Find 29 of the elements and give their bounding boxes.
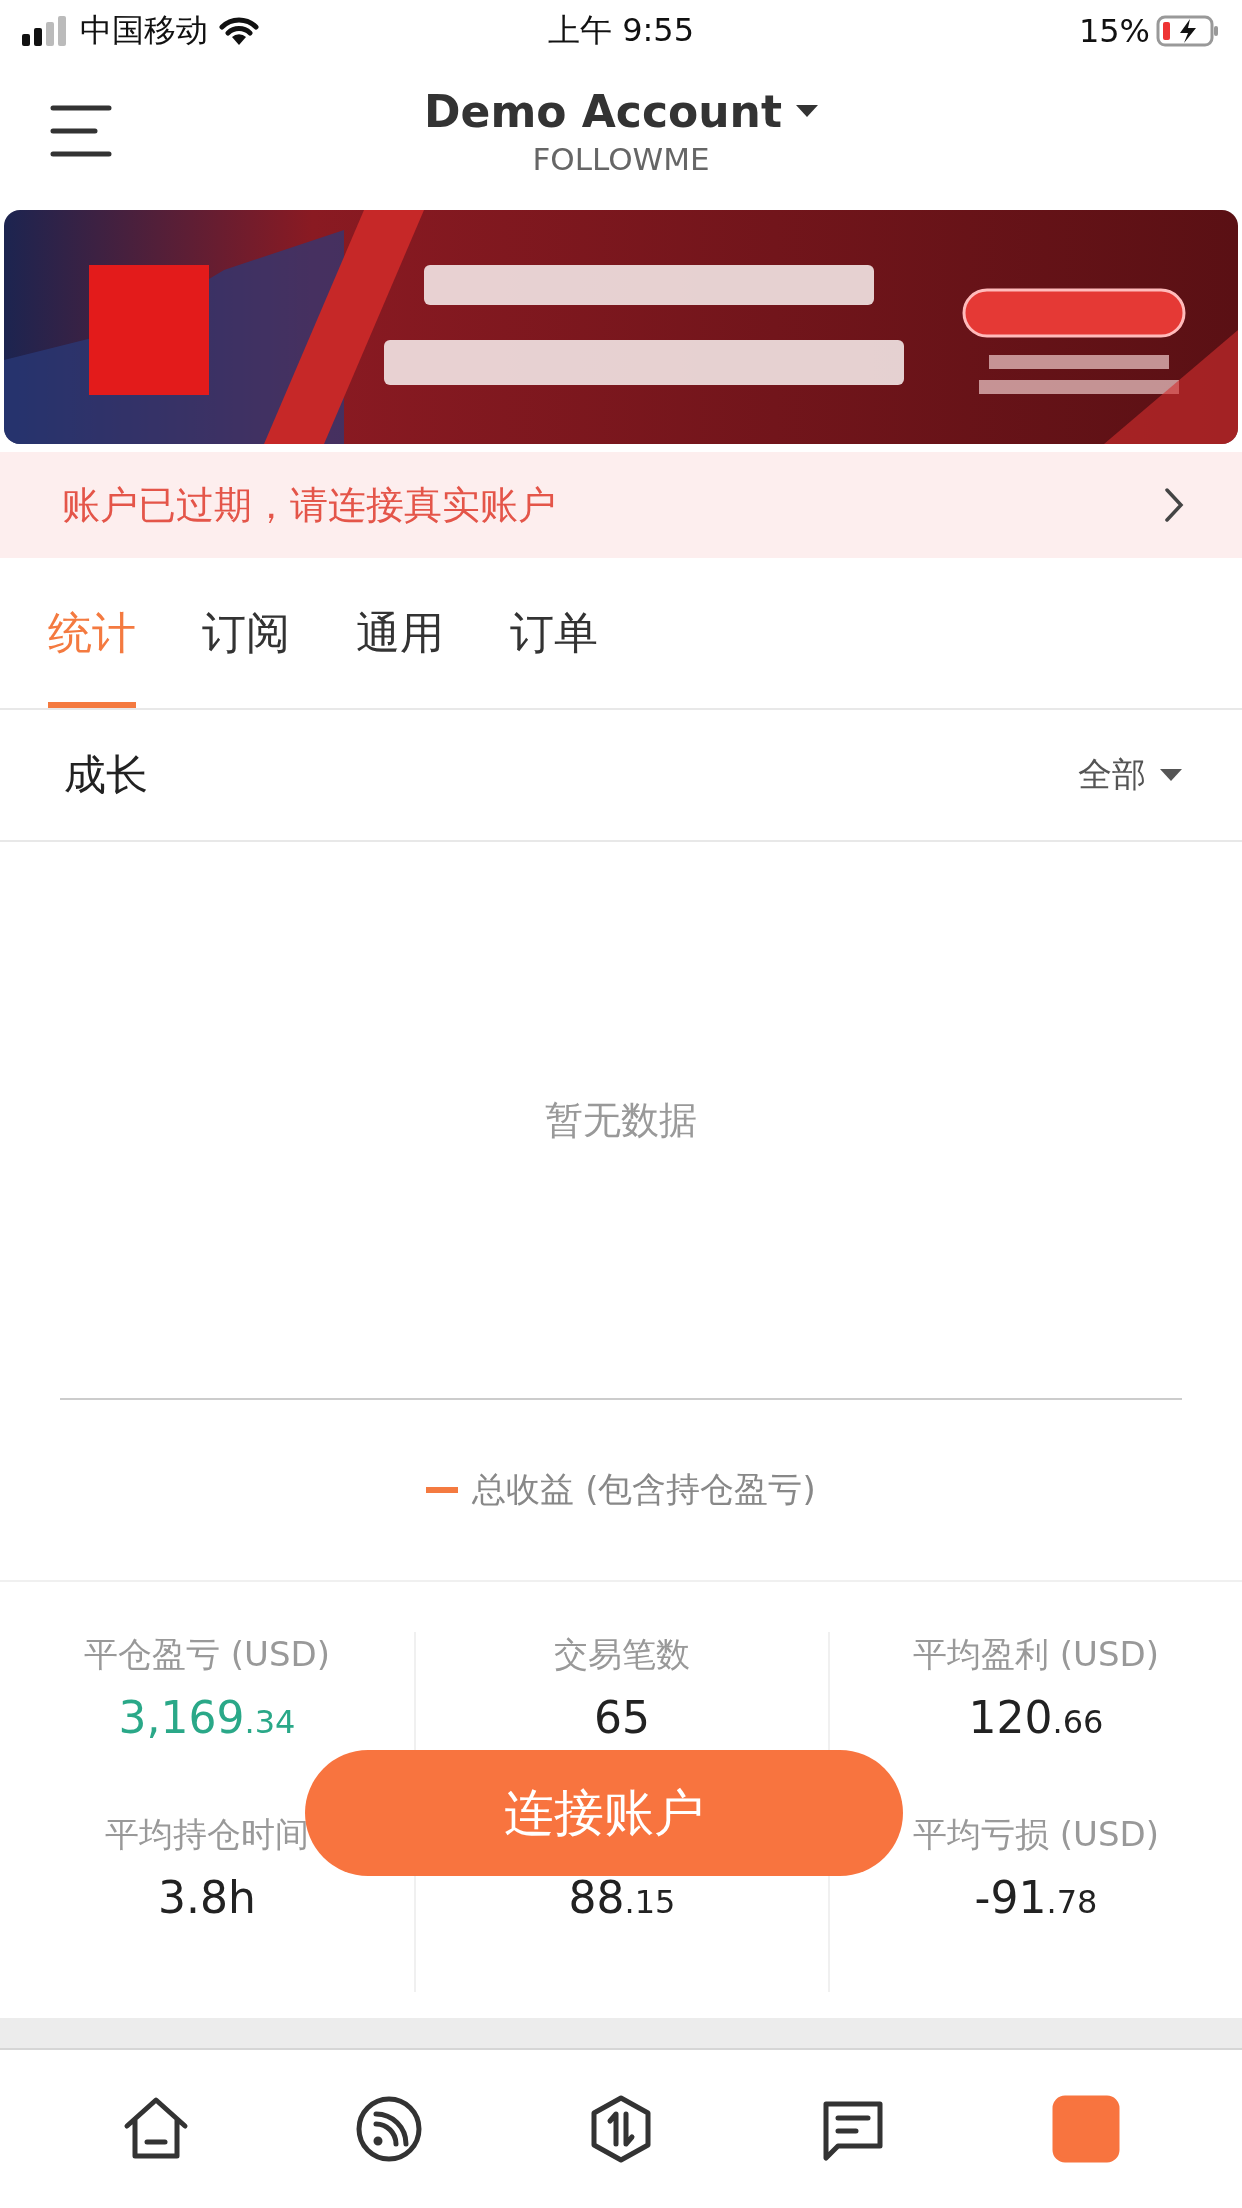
battery-icon <box>1156 15 1220 47</box>
chevron-right-icon <box>1164 487 1184 523</box>
clock-text: 上午 9:55 <box>548 10 694 51</box>
empty-chart-text: 暂无数据 <box>545 1096 697 1144</box>
period-dropdown[interactable]: 全部 <box>1078 752 1182 798</box>
wifi-icon <box>218 15 260 47</box>
legend-text: 总收益 (包含持仓盈亏) <box>472 1468 816 1511</box>
stat-value: -91.78 <box>974 1872 1098 1923</box>
legend-marker <box>426 1487 459 1493</box>
account-subtitle: FOLLOWME <box>532 140 710 177</box>
caret-icon <box>1160 769 1182 781</box>
stat-label: 平均盈利 (USD) <box>913 1633 1159 1676</box>
stat-label: 交易笔数 <box>554 1633 690 1676</box>
section-title: 成长 <box>64 749 149 801</box>
caret-icon <box>795 105 818 117</box>
stat-value: 65 <box>594 1692 650 1743</box>
profile-icon <box>1050 2094 1121 2164</box>
tab[interactable]: 订阅 <box>202 558 290 708</box>
account-selector[interactable]: Demo Account <box>424 85 818 137</box>
tab[interactable]: 订单 <box>510 558 598 708</box>
stat-value: 3.8h <box>158 1872 256 1923</box>
menu-button[interactable] <box>50 104 112 158</box>
tab[interactable]: 通用 <box>356 558 444 708</box>
battery-text: 15% <box>1078 12 1150 50</box>
stat-value: 120.66 <box>968 1692 1104 1743</box>
carrier-text: 中国移动 <box>80 10 208 51</box>
stat-label: 平均亏损 (USD) <box>913 1813 1159 1856</box>
stat-label: 平仓盈亏 (USD) <box>84 1633 330 1676</box>
stat-value: 3,169.34 <box>118 1692 296 1743</box>
